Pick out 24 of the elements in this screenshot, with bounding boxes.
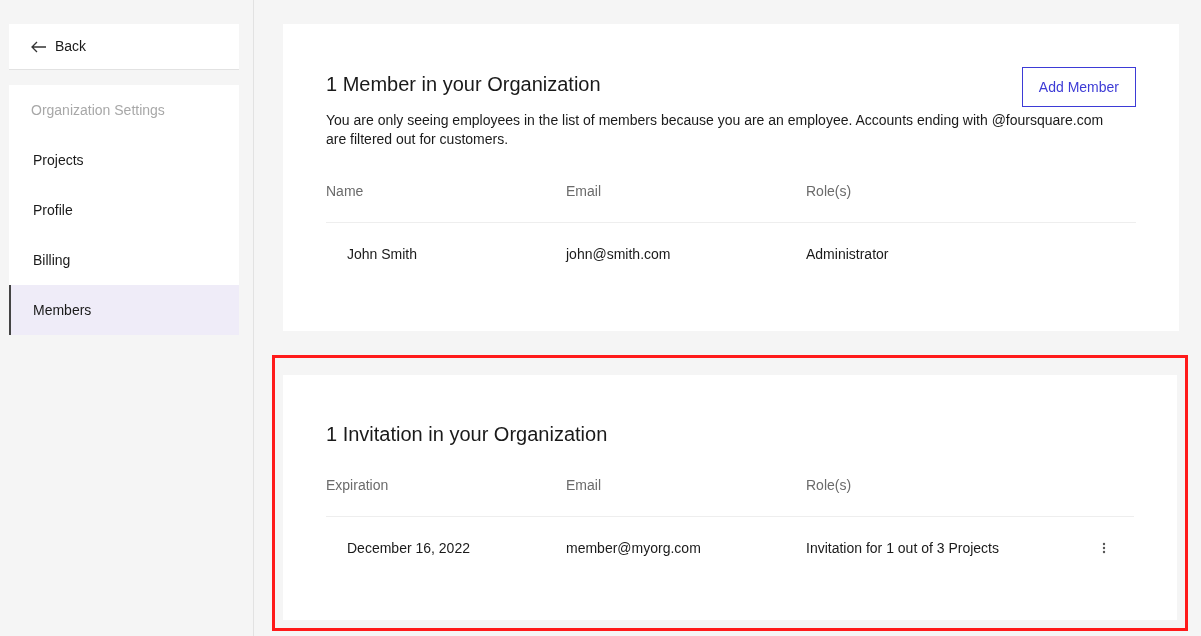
add-member-button[interactable]: Add Member [1021, 67, 1136, 107]
arrow-left-icon [31, 40, 47, 53]
column-header: Role(s) [806, 476, 853, 495]
table-cell-text: Administrator [806, 244, 890, 264]
column-header: Expiration [326, 476, 390, 495]
table-cell-text: member@myorg.com [566, 538, 702, 558]
back-button[interactable]: Back [9, 24, 239, 70]
column-header: Role(s) [806, 182, 853, 201]
menu-item[interactable]: Profile [9, 185, 239, 235]
column-header: Email [566, 476, 602, 495]
column-header: Name [326, 182, 365, 201]
more-options-icon[interactable] [1102, 542, 1106, 554]
menu-item[interactable]: Billing [9, 235, 239, 285]
menu-item[interactable]: Members [9, 285, 239, 335]
notice-text: You are only seeing employees in the list of members because you are an employee. Accounts ending with @foursquare.com are filtered out for customers. [326, 111, 1105, 149]
menu-heading: Organization Settings [30, 100, 166, 120]
menu-item[interactable]: Projects [9, 135, 239, 185]
section-title: 1 Invitation in your Organization [326, 422, 609, 447]
table-cell-text: Invitation for 1 out of 3 Projects [806, 538, 1000, 558]
table-cell-text: December 16, 2022 [346, 538, 471, 558]
section-title: 1 Member in your Organization [326, 72, 601, 97]
table-cell-text: john@smith.com [566, 244, 672, 264]
column-header: Email [566, 182, 602, 201]
table-cell-text: John Smith [346, 244, 419, 264]
